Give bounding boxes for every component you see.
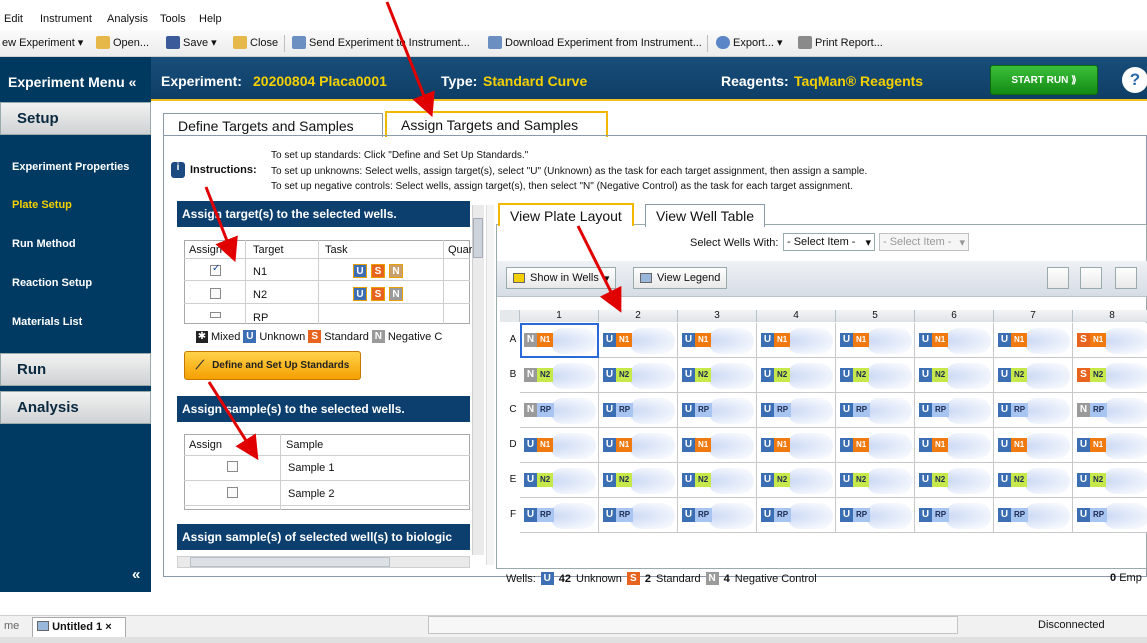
annotation-arrow — [204, 186, 238, 263]
annotation-arrows — [204, 1, 622, 461]
annotation-arrow — [576, 225, 622, 313]
annotation-arrow — [385, 1, 435, 118]
annotation-arrow — [207, 381, 259, 461]
